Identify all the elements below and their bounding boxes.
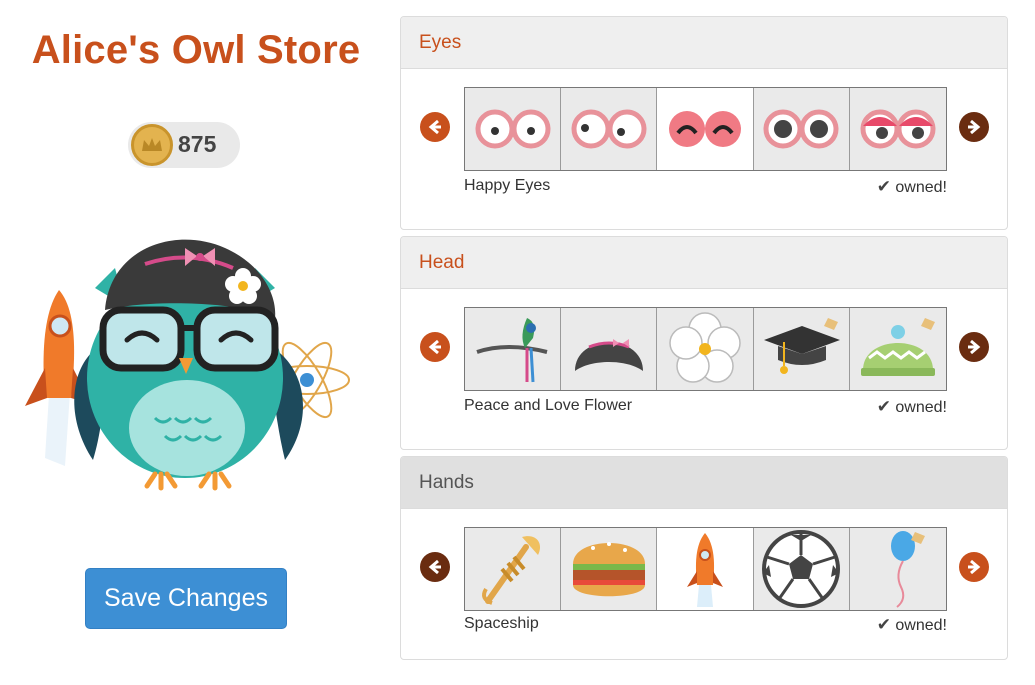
crown-coin-icon: [131, 124, 173, 166]
hands-panel: Hands Spaceship ✔ owned!: [400, 456, 1008, 660]
eyes-item[interactable]: [561, 88, 658, 170]
hands-item-strip: [464, 527, 947, 611]
head-prev-arrow-icon[interactable]: [420, 332, 450, 362]
eyes-next-arrow-icon[interactable]: [959, 112, 989, 142]
head-panel-title: Head: [401, 237, 1007, 289]
head-item[interactable]: [850, 308, 946, 390]
eyes-panel: Eyes Happy Eyes ✔ owned!: [400, 16, 1008, 230]
hands-item[interactable]: [465, 528, 562, 610]
checkmark-icon: ✔: [876, 397, 891, 416]
save-changes-button[interactable]: Save Changes: [85, 568, 287, 629]
hands-item[interactable]: [561, 528, 658, 610]
eyes-item[interactable]: [850, 88, 946, 170]
checkmark-icon: ✔: [876, 615, 891, 634]
head-item[interactable]: [754, 308, 850, 390]
hands-next-arrow-icon[interactable]: [959, 552, 989, 582]
owned-label: owned!: [895, 617, 947, 634]
eyes-item[interactable]: [465, 88, 562, 170]
head-item-strip: [464, 307, 947, 391]
hands-owned-status: ✔ owned!: [877, 615, 947, 635]
hands-prev-arrow-icon[interactable]: [420, 552, 450, 582]
owned-label: owned!: [895, 399, 947, 416]
head-next-arrow-icon[interactable]: [959, 332, 989, 362]
owl-store-page: Alice's Owl Store 875 Save Changes Eyes …: [0, 0, 1035, 685]
hands-item-selected[interactable]: [657, 528, 754, 610]
hands-item[interactable]: [754, 528, 850, 610]
hands-selected-name: Spaceship: [464, 615, 539, 632]
head-item[interactable]: [561, 308, 658, 390]
eyes-item-selected[interactable]: [657, 88, 754, 170]
eyes-owned-status: ✔ owned!: [877, 177, 947, 197]
head-panel: Head Peace and Love Flower ✔ owned!: [400, 236, 1008, 450]
owned-label: owned!: [895, 179, 947, 196]
head-owned-status: ✔ owned!: [877, 397, 947, 417]
eyes-item[interactable]: [754, 88, 850, 170]
eyes-prev-arrow-icon[interactable]: [420, 112, 450, 142]
hands-panel-title: Hands: [401, 457, 1007, 509]
eyes-item-strip: [464, 87, 947, 171]
eyes-panel-title: Eyes: [401, 17, 1007, 69]
page-title: Alice's Owl Store: [31, 28, 361, 72]
eyes-selected-name: Happy Eyes: [464, 177, 551, 194]
head-selected-name: Peace and Love Flower: [464, 397, 633, 414]
head-item[interactable]: [465, 308, 562, 390]
owl-avatar: [15, 228, 355, 493]
head-item[interactable]: [657, 308, 754, 390]
checkmark-icon: ✔: [876, 177, 891, 196]
hands-item[interactable]: [850, 528, 946, 610]
coin-count: 875: [178, 131, 217, 157]
